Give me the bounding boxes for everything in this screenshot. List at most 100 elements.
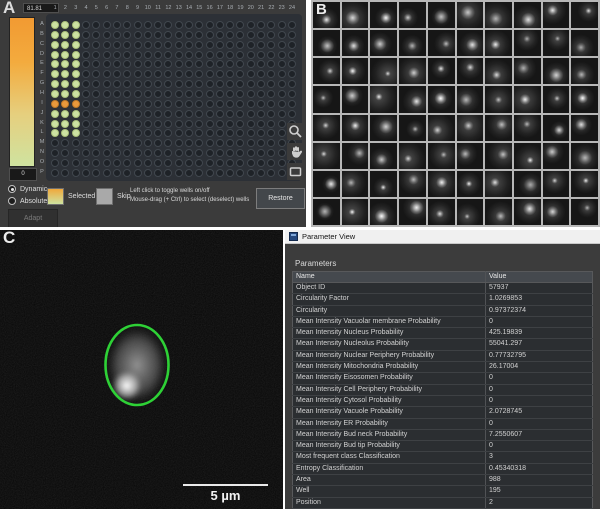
- well-O2[interactable]: [61, 159, 69, 167]
- well-J10[interactable]: [144, 110, 152, 118]
- gallery-thumbnail[interactable]: [485, 171, 512, 197]
- well-D24[interactable]: [288, 51, 296, 59]
- well-P9[interactable]: [134, 169, 142, 177]
- well-C5[interactable]: [92, 41, 100, 49]
- well-L12[interactable]: [164, 129, 172, 137]
- well-P16[interactable]: [206, 169, 214, 177]
- well-B13[interactable]: [175, 31, 183, 39]
- well-A10[interactable]: [144, 21, 152, 29]
- well-H6[interactable]: [103, 90, 111, 98]
- well-M13[interactable]: [175, 139, 183, 147]
- well-G9[interactable]: [134, 80, 142, 88]
- well-D15[interactable]: [195, 51, 203, 59]
- param-row[interactable]: Mean Intensity Eisosomen Probability0: [293, 373, 593, 384]
- well-I21[interactable]: [257, 100, 265, 108]
- well-G1[interactable]: [51, 80, 59, 88]
- well-C4[interactable]: [82, 41, 90, 49]
- well-D18[interactable]: [226, 51, 234, 59]
- well-H20[interactable]: [247, 90, 255, 98]
- well-I8[interactable]: [123, 100, 131, 108]
- well-N18[interactable]: [226, 149, 234, 157]
- well-B1[interactable]: [51, 31, 59, 39]
- gallery-thumbnail[interactable]: [485, 58, 512, 84]
- well-E24[interactable]: [288, 60, 296, 68]
- well-B18[interactable]: [226, 31, 234, 39]
- well-C17[interactable]: [216, 41, 224, 49]
- param-value-header[interactable]: Value: [486, 272, 593, 283]
- well-K17[interactable]: [216, 120, 224, 128]
- well-P21[interactable]: [257, 169, 265, 177]
- well-I15[interactable]: [195, 100, 203, 108]
- well-G14[interactable]: [185, 80, 193, 88]
- well-F6[interactable]: [103, 70, 111, 78]
- well-A18[interactable]: [226, 21, 234, 29]
- param-row[interactable]: Most frequent class Classification3: [293, 452, 593, 463]
- well-H10[interactable]: [144, 90, 152, 98]
- well-B21[interactable]: [257, 31, 265, 39]
- zoom-tool-icon[interactable]: [287, 123, 304, 140]
- well-H15[interactable]: [195, 90, 203, 98]
- well-D7[interactable]: [113, 51, 121, 59]
- well-B24[interactable]: [288, 31, 296, 39]
- well-N11[interactable]: [154, 149, 162, 157]
- well-K7[interactable]: [113, 120, 121, 128]
- well-D3[interactable]: [72, 51, 80, 59]
- well-E18[interactable]: [226, 60, 234, 68]
- well-C1[interactable]: [51, 41, 59, 49]
- well-J24[interactable]: [288, 110, 296, 118]
- well-D9[interactable]: [134, 51, 142, 59]
- well-K16[interactable]: [206, 120, 214, 128]
- well-G24[interactable]: [288, 80, 296, 88]
- well-E3[interactable]: [72, 60, 80, 68]
- well-A2[interactable]: [61, 21, 69, 29]
- well-M21[interactable]: [257, 139, 265, 147]
- well-O11[interactable]: [154, 159, 162, 167]
- well-C20[interactable]: [247, 41, 255, 49]
- gallery-thumbnail[interactable]: [342, 143, 369, 169]
- well-C14[interactable]: [185, 41, 193, 49]
- well-M9[interactable]: [134, 139, 142, 147]
- well-P13[interactable]: [175, 169, 183, 177]
- well-G20[interactable]: [247, 80, 255, 88]
- gallery-thumbnail[interactable]: [485, 143, 512, 169]
- well-J2[interactable]: [61, 110, 69, 118]
- well-E5[interactable]: [92, 60, 100, 68]
- gallery-thumbnail[interactable]: [428, 171, 455, 197]
- well-E10[interactable]: [144, 60, 152, 68]
- well-O4[interactable]: [82, 159, 90, 167]
- well-F19[interactable]: [236, 70, 244, 78]
- gallery-thumbnail[interactable]: [342, 58, 369, 84]
- gallery-thumbnail[interactable]: [457, 58, 484, 84]
- well-L23[interactable]: [278, 129, 286, 137]
- gallery-thumbnail[interactable]: [428, 199, 455, 225]
- well-O12[interactable]: [164, 159, 172, 167]
- well-K22[interactable]: [267, 120, 275, 128]
- gallery-thumbnail[interactable]: [571, 86, 598, 112]
- well-D12[interactable]: [164, 51, 172, 59]
- param-row[interactable]: Area988: [293, 475, 593, 486]
- gallery-thumbnail[interactable]: [514, 171, 541, 197]
- well-K15[interactable]: [195, 120, 203, 128]
- well-G6[interactable]: [103, 80, 111, 88]
- well-L3[interactable]: [72, 129, 80, 137]
- well-B10[interactable]: [144, 31, 152, 39]
- gallery-thumbnail[interactable]: [428, 58, 455, 84]
- well-L19[interactable]: [236, 129, 244, 137]
- well-C9[interactable]: [134, 41, 142, 49]
- well-I24[interactable]: [288, 100, 296, 108]
- well-F4[interactable]: [82, 70, 90, 78]
- well-O10[interactable]: [144, 159, 152, 167]
- gallery-thumbnail[interactable]: [457, 2, 484, 28]
- well-H8[interactable]: [123, 90, 131, 98]
- well-P15[interactable]: [195, 169, 203, 177]
- param-row[interactable]: Mean Intensity Vacuole Probability2.0728…: [293, 407, 593, 418]
- well-G5[interactable]: [92, 80, 100, 88]
- well-J3[interactable]: [72, 110, 80, 118]
- well-I3[interactable]: [72, 100, 80, 108]
- well-J22[interactable]: [267, 110, 275, 118]
- well-P11[interactable]: [154, 169, 162, 177]
- well-N2[interactable]: [61, 149, 69, 157]
- well-O5[interactable]: [92, 159, 100, 167]
- well-H9[interactable]: [134, 90, 142, 98]
- well-G17[interactable]: [216, 80, 224, 88]
